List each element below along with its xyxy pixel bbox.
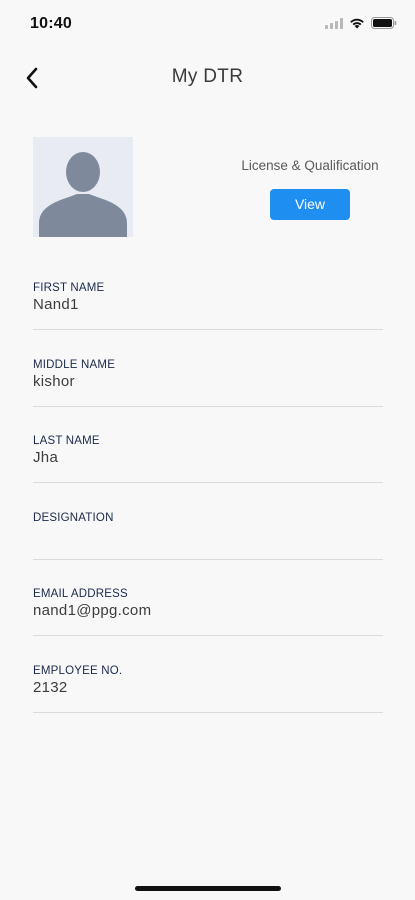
page-title: My DTR	[171, 66, 244, 87]
avatar	[33, 137, 133, 237]
field-label: MIDDLE NAME	[33, 358, 116, 371]
field-label: LAST NAME	[33, 435, 100, 448]
field-designation: DESIGNATION	[33, 512, 383, 589]
divider	[33, 329, 383, 330]
view-button[interactable]: View	[270, 189, 350, 220]
field-first-name: FIRST NAME Nand1	[33, 282, 383, 359]
license-qualification-label: License & Qualification	[241, 158, 379, 173]
field-label: FIRST NAME	[33, 282, 105, 294]
license-section: License & Qualification View	[220, 158, 400, 220]
divider	[33, 635, 383, 637]
field-value: Nand1	[33, 296, 79, 313]
profile-fields: FIRST NAME Nand1 MIDDLE NAME kishor LAST…	[33, 282, 383, 742]
wifi-icon	[350, 18, 364, 29]
status-icons	[325, 17, 397, 29]
person-placeholder-icon	[39, 152, 127, 237]
field-label: EMPLOYEE NO.	[33, 664, 123, 677]
status-bar: 10:40	[0, 0, 415, 48]
field-last-name: LAST NAME Jha	[33, 435, 383, 512]
field-email-address: EMAIL ADDRESS nand1@ppg.com	[33, 588, 383, 665]
field-value: kishor	[33, 372, 75, 390]
field-value: nand1@ppg.com	[33, 602, 152, 620]
signal-icon	[325, 17, 343, 29]
field-value: 2132	[33, 678, 68, 696]
field-middle-name: MIDDLE NAME kishor	[33, 359, 383, 436]
field-label: DESIGNATION	[33, 511, 114, 524]
field-value	[33, 526, 383, 546]
battery-icon	[371, 17, 397, 29]
divider	[33, 482, 383, 484]
status-time: 10:40	[30, 15, 72, 32]
divider	[33, 405, 383, 407]
nav-bar: My DTR	[0, 56, 415, 100]
field-label: EMAIL ADDRESS	[33, 588, 128, 601]
home-indicator[interactable]	[135, 886, 281, 891]
field-employee-no: EMPLOYEE NO. 2132	[33, 665, 383, 742]
divider	[33, 558, 383, 560]
divider	[33, 711, 383, 713]
field-value: Jha	[33, 449, 59, 467]
